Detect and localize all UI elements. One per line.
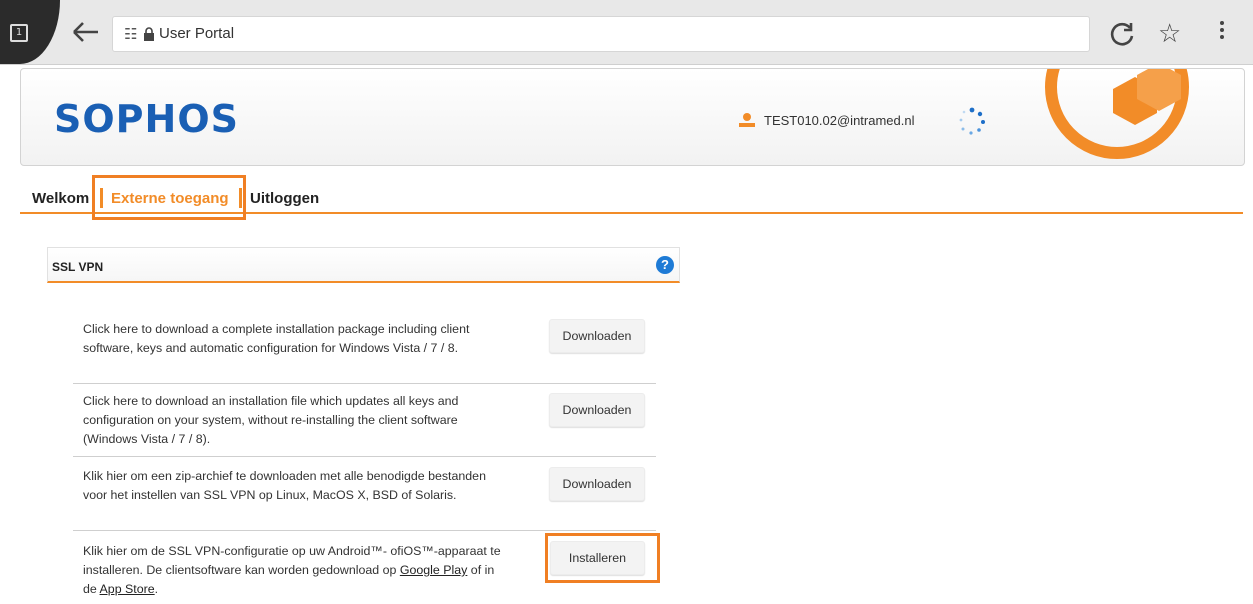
- user-icon: [739, 113, 755, 127]
- row-description: Klik hier om een zip-archief te download…: [83, 469, 486, 502]
- browser-toolbar: 1 ☷ User Portal ☆: [0, 0, 1253, 65]
- list-item: Click here to download a complete instal…: [73, 312, 656, 384]
- panel-title: SSL VPN: [52, 260, 104, 274]
- row-description: Klik hier om de SSL VPN-configuratie op …: [83, 542, 503, 599]
- back-arrow-icon[interactable]: [70, 20, 102, 44]
- address-bar[interactable]: ☷ User Portal: [112, 16, 1090, 52]
- tab-switcher-button[interactable]: 1: [0, 0, 60, 64]
- highlight-box-install: [545, 533, 660, 583]
- sophos-brand-mark: [1045, 69, 1189, 159]
- sophos-logo: SOPHOS: [54, 97, 239, 141]
- lock-icon: [144, 27, 154, 41]
- loading-spinner-icon: [959, 107, 985, 135]
- tab-count: 1: [10, 24, 28, 42]
- more-menu-icon[interactable]: [1218, 18, 1226, 46]
- highlight-box-tab: [92, 175, 246, 220]
- reload-icon[interactable]: [1108, 20, 1136, 48]
- help-icon[interactable]: ?: [656, 256, 674, 274]
- row-description: Click here to download an installation f…: [83, 394, 459, 446]
- nav-item-welkom[interactable]: Welkom: [32, 190, 89, 207]
- globe-icon: ☷: [124, 26, 138, 43]
- user-email: TEST010.02@intramed.nl: [764, 113, 915, 128]
- download-button[interactable]: Downloaden: [549, 319, 645, 353]
- google-play-link[interactable]: Google Play: [400, 563, 468, 577]
- description-text: .: [154, 582, 159, 596]
- app-store-link[interactable]: App Store: [100, 582, 155, 596]
- url-text: User Portal: [159, 25, 235, 42]
- nav-item-uitloggen[interactable]: Uitloggen: [250, 190, 319, 207]
- row-description: Click here to download a complete instal…: [83, 322, 470, 355]
- bookmark-star-icon[interactable]: ☆: [1158, 18, 1181, 48]
- list-item: Klik hier om een zip-archief te download…: [73, 457, 656, 531]
- list-item: Click here to download an installation f…: [73, 383, 656, 457]
- download-button[interactable]: Downloaden: [549, 393, 645, 427]
- ssl-vpn-panel-header: SSL VPN ?: [47, 247, 680, 283]
- download-button[interactable]: Downloaden: [549, 467, 645, 501]
- portal-header: SOPHOS TEST010.02@intramed.nl: [20, 68, 1245, 166]
